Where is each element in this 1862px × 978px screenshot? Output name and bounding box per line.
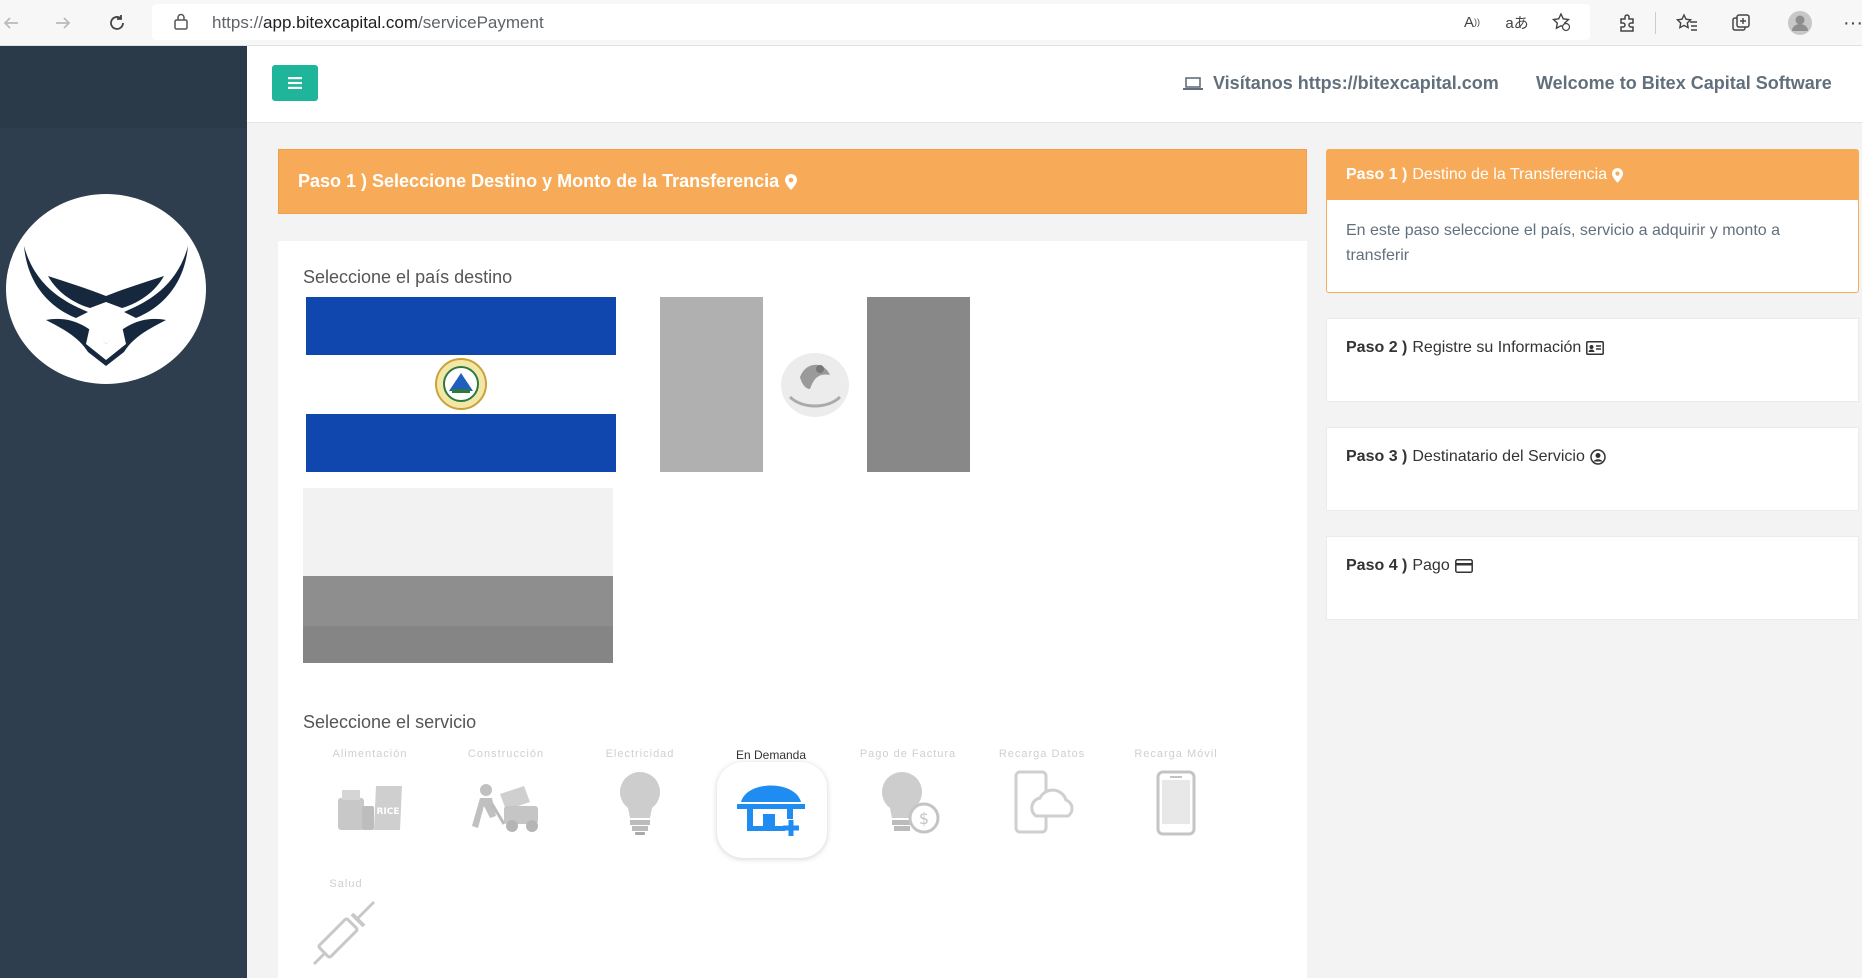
translate-icon[interactable]: aあ	[1504, 11, 1530, 33]
step-header-title: Paso 1 ) Seleccione Destino y Monto de l…	[298, 171, 780, 191]
step-4-number: Paso 4 )	[1346, 557, 1408, 574]
user-circle-icon	[1590, 449, 1606, 465]
mobile-phone-icon	[1156, 770, 1196, 836]
step-2-panel: Paso 2 ) Registre su Información	[1326, 318, 1859, 402]
service-electricidad[interactable]: Electricidad	[580, 748, 700, 858]
step-1-header: Paso 1 ) Destino de la Transferencia	[1327, 150, 1858, 200]
step-3-label: Destinatario del Servicio	[1412, 448, 1585, 465]
refresh-icon[interactable]	[102, 8, 132, 38]
step-1-label: Destino de la Transferencia	[1412, 166, 1608, 183]
credit-card-icon	[1454, 559, 1473, 573]
main-card: Seleccione el país destino Seleccione el…	[278, 241, 1307, 978]
map-marker-icon	[1612, 167, 1624, 183]
top-header: Visítanos https://bitexcapital.com Welco…	[247, 46, 1862, 123]
favorites-icon[interactable]	[1672, 8, 1702, 38]
flag-unknown-grayscale[interactable]	[303, 488, 613, 663]
step-1-number: Paso 1 )	[1346, 166, 1408, 183]
service-section-title: Seleccione el servicio	[303, 712, 477, 732]
step-2-label: Registre su Información	[1412, 339, 1582, 356]
back-icon[interactable]	[0, 8, 26, 38]
menu-toggle-button[interactable]	[272, 65, 318, 101]
cloud-phone-icon	[1014, 770, 1074, 834]
step-1-panel: Paso 1 ) Destino de la Transferencia En …	[1326, 149, 1859, 293]
service-en-demanda[interactable]: En Demanda	[711, 748, 831, 858]
collections-icon[interactable]	[1726, 8, 1756, 38]
bill-payment-icon: $	[882, 772, 940, 834]
hamburger-icon	[288, 77, 302, 89]
step-4-panel: Paso 4 ) Pago	[1326, 536, 1859, 620]
more-menu-icon[interactable]: ···	[1838, 8, 1862, 38]
sidebar	[0, 46, 247, 978]
step-1-description: En este paso seleccione el país, servici…	[1346, 222, 1781, 264]
service-pago-factura[interactable]: Pago de Factura $	[848, 748, 968, 858]
service-alimentacion[interactable]: Alimentación RICE	[310, 748, 430, 858]
visit-link[interactable]: Visítanos https://bitexcapital.com	[1183, 73, 1499, 94]
bitex-logo	[6, 194, 206, 384]
step-4-label: Pago	[1412, 557, 1450, 574]
extensions-icon[interactable]	[1612, 8, 1642, 38]
sidebar-header	[0, 46, 247, 128]
flag-mexico[interactable]	[660, 297, 970, 472]
add-favorite-icon[interactable]	[1548, 11, 1574, 33]
house-plus-icon	[737, 785, 805, 836]
id-card-icon	[1586, 341, 1605, 355]
construction-icon	[472, 784, 538, 832]
service-recarga-movil[interactable]: Recarga Móvil	[1116, 748, 1236, 858]
lightbulb-icon	[620, 772, 660, 835]
visit-text: Visítanos https://bitexcapital.com	[1213, 73, 1499, 93]
toolbar-divider	[1655, 12, 1656, 34]
url-text: https://app.bitexcapital.com/servicePaym…	[212, 13, 544, 32]
address-bar[interactable]: https://app.bitexcapital.com/servicePaym…	[152, 4, 1590, 40]
forward-icon[interactable]	[48, 8, 78, 38]
step-3-number: Paso 3 )	[1346, 448, 1408, 465]
svg-text:$: $	[919, 809, 929, 828]
syringe-icon	[312, 900, 376, 966]
profile-avatar-icon[interactable]	[1785, 8, 1815, 38]
service-salud[interactable]: Salud	[286, 878, 406, 978]
service-recarga-datos[interactable]: Recarga Datos	[982, 748, 1102, 858]
step-header: Paso 1 ) Seleccione Destino y Monto de l…	[278, 149, 1307, 214]
step-2-number: Paso 2 )	[1346, 339, 1408, 356]
lock-icon	[174, 13, 188, 35]
browser-toolbar: https://app.bitexcapital.com/servicePaym…	[0, 0, 1862, 46]
svg-text:RICE: RICE	[376, 807, 399, 817]
laptop-icon	[1183, 76, 1203, 90]
country-section-title: Seleccione el país destino	[303, 267, 513, 287]
food-icon: RICE	[338, 786, 402, 830]
step-3-panel: Paso 3 ) Destinatario del Servicio	[1326, 427, 1859, 511]
read-aloud-icon[interactable]: A))	[1459, 11, 1485, 33]
map-marker-icon	[785, 173, 798, 190]
welcome-text: Welcome to Bitex Capital Software	[1536, 73, 1832, 93]
flag-el-salvador[interactable]	[306, 297, 616, 472]
service-construccion[interactable]: Construcción	[446, 748, 566, 858]
